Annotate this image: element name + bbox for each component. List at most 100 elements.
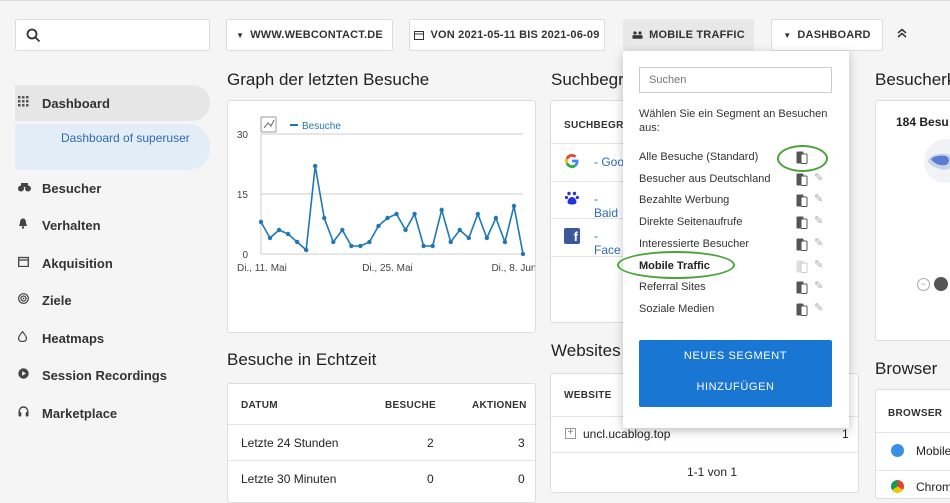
new-segment-label-1: NEUES SEGMENT [683, 350, 788, 362]
segment-item[interactable]: Bezahlte Werbung ✎ [639, 191, 834, 211]
segment-compare-icon[interactable] [796, 216, 808, 229]
column-header-browser: BROWSER [888, 408, 943, 419]
browser-widget: BROWSER Mobile Chrom [875, 389, 950, 499]
sidebar-item-session-recordings[interactable]: Session Recordings [15, 357, 210, 393]
data-point[interactable] [367, 239, 372, 245]
sidebar-subitem-dashboard-superuser[interactable]: Dashboard of superuser [15, 124, 210, 170]
data-point[interactable] [340, 227, 345, 233]
data-point[interactable] [430, 243, 435, 249]
data-point[interactable] [439, 207, 444, 213]
data-point[interactable] [502, 239, 508, 245]
collapse-icon[interactable] [897, 25, 907, 41]
chrome-icon [891, 480, 904, 493]
segment-item-label: Alle Besuche (Standard) [639, 151, 759, 163]
search-engine-google[interactable]: - Goo [594, 155, 624, 169]
data-point[interactable] [394, 211, 399, 217]
divider [551, 218, 625, 219]
data-point[interactable] [294, 239, 300, 245]
chart-type-icon[interactable] [260, 116, 277, 133]
date-selector-button[interactable]: VON 2021-05-11 BIS 2021-06-09 [409, 19, 605, 51]
site-selector-button[interactable]: ▼ WWW.WEBCONTACT.DE [226, 19, 393, 51]
data-point[interactable] [421, 243, 426, 249]
pencil-icon[interactable]: ✎ [814, 258, 823, 271]
segment-item[interactable]: Soziale Medien ✎ [639, 300, 834, 320]
data-point[interactable] [258, 219, 264, 225]
sidebar-item-dashboard[interactable]: Dashboard [15, 85, 210, 121]
search-engine-baidu[interactable]: - Baid [594, 192, 625, 220]
websites-widget-title: Websites [551, 341, 621, 360]
sidebar-item-label: Marketplace [42, 405, 118, 421]
google-icon [564, 153, 580, 174]
segment-selector-button[interactable]: MOBILE TRAFFIC [623, 19, 754, 51]
bell-icon [15, 218, 42, 232]
data-point[interactable] [403, 227, 408, 233]
data-point[interactable] [267, 235, 273, 241]
facebook-icon: f [564, 228, 580, 244]
zoom-out-icon[interactable]: − [917, 278, 930, 291]
pencil-icon[interactable]: ✎ [814, 214, 823, 227]
data-point[interactable] [493, 215, 499, 221]
segment-compare-icon[interactable] [796, 238, 808, 251]
globe-icon[interactable] [934, 277, 948, 291]
sidebar-item-ziele[interactable]: Ziele [15, 282, 210, 318]
segment-compare-icon[interactable] [796, 281, 808, 294]
data-point[interactable] [520, 251, 526, 257]
segment-compare-icon[interactable] [796, 303, 808, 316]
segment-item-label: Direkte Seitenaufrufe [639, 216, 743, 228]
segment-item[interactable]: Besucher aus Deutschland ✎ [639, 170, 834, 190]
segment-search-input[interactable] [639, 67, 832, 93]
dashboard-selector-button[interactable]: ▼ DASHBOARD [771, 19, 883, 51]
data-point[interactable] [466, 235, 471, 241]
search-engine-facebook[interactable]: - Face [594, 229, 625, 257]
y-tick-label: 15 [237, 190, 249, 201]
data-point[interactable] [376, 223, 381, 229]
data-point[interactable] [475, 211, 481, 217]
expand-row-icon[interactable]: + [565, 428, 576, 439]
pencil-icon[interactable]: ✎ [814, 171, 823, 184]
sidebar-item-verhalten[interactable]: Verhalten [15, 207, 210, 243]
data-point[interactable] [358, 243, 363, 249]
new-segment-button[interactable]: NEUES SEGMENT HINZUFÜGEN [639, 340, 832, 407]
map-visitor-count: 184 Besu [896, 115, 949, 129]
search-input[interactable] [15, 19, 210, 51]
pencil-icon[interactable]: ✎ [814, 192, 823, 205]
y-tick-label: 0 [242, 250, 248, 261]
new-segment-label-2: HINZUFÜGEN [696, 381, 775, 393]
data-point[interactable] [303, 247, 309, 253]
segment-compare-icon[interactable] [796, 194, 808, 207]
dashboard-selector-label: DASHBOARD [797, 29, 871, 41]
segment-item[interactable]: Direkte Seitenaufrufe ✎ [639, 213, 834, 233]
data-point[interactable] [457, 227, 462, 233]
realtime-widget: DATUM BESUCHE AKTIONEN Letzte 24 Stunden… [227, 383, 536, 503]
pencil-icon[interactable]: ✎ [814, 236, 823, 249]
website-row-label[interactable]: uncl.ucablog.top [583, 427, 670, 441]
data-point[interactable] [412, 211, 417, 217]
sidebar-item-marketplace[interactable]: Marketplace [15, 395, 210, 431]
divider [551, 181, 625, 182]
segment-selector-dropdown: Wählen Sie ein Segment an Besuchen aus: … [623, 51, 849, 428]
sidebar-item-heatmaps[interactable]: Heatmaps [15, 320, 210, 356]
x-tick-label: Di., 25. Mai [362, 263, 413, 274]
data-point[interactable] [511, 203, 517, 209]
data-point[interactable] [331, 239, 336, 245]
browser-row-label: Chrom [916, 480, 950, 494]
data-point[interactable] [285, 231, 291, 237]
sidebar-item-besucher[interactable]: Besucher [15, 170, 210, 206]
divider [551, 143, 625, 144]
data-point[interactable] [484, 235, 490, 241]
map-widget: 184 Besu − [875, 100, 950, 341]
world-map-globe [924, 139, 950, 183]
segment-item[interactable]: Referral Sites ✎ [639, 278, 834, 298]
data-point[interactable] [385, 215, 390, 221]
pencil-icon[interactable]: ✎ [814, 279, 823, 292]
headphones-icon [15, 406, 42, 420]
segment-compare-icon[interactable] [796, 173, 808, 186]
pencil-icon[interactable]: ✎ [814, 301, 823, 314]
data-point[interactable] [276, 227, 282, 233]
sidebar-item-akquisition[interactable]: Akquisition [15, 245, 210, 281]
segment-compare-icon[interactable] [796, 260, 808, 273]
data-point[interactable] [322, 215, 327, 221]
data-point[interactable] [313, 163, 318, 169]
data-point[interactable] [448, 239, 453, 245]
data-point[interactable] [349, 243, 354, 249]
